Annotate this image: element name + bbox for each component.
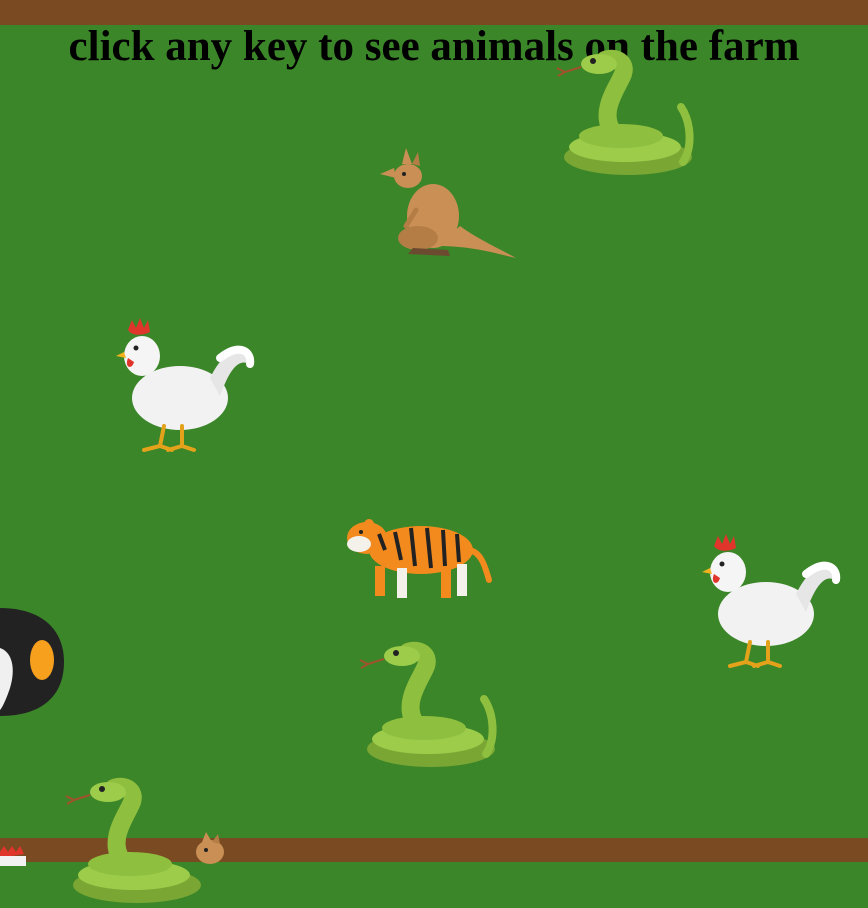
page-title: click any key to see animals on the farm <box>68 23 800 70</box>
rooster-icon <box>116 318 255 453</box>
snake-icon <box>553 49 698 180</box>
kangaroo-icon <box>186 832 246 872</box>
penguin-icon <box>0 608 64 718</box>
tiger-icon <box>345 510 493 605</box>
kangaroo-icon <box>378 146 518 262</box>
rooster-icon <box>0 846 30 866</box>
snake-icon <box>356 641 501 772</box>
rooster-icon <box>702 534 841 669</box>
